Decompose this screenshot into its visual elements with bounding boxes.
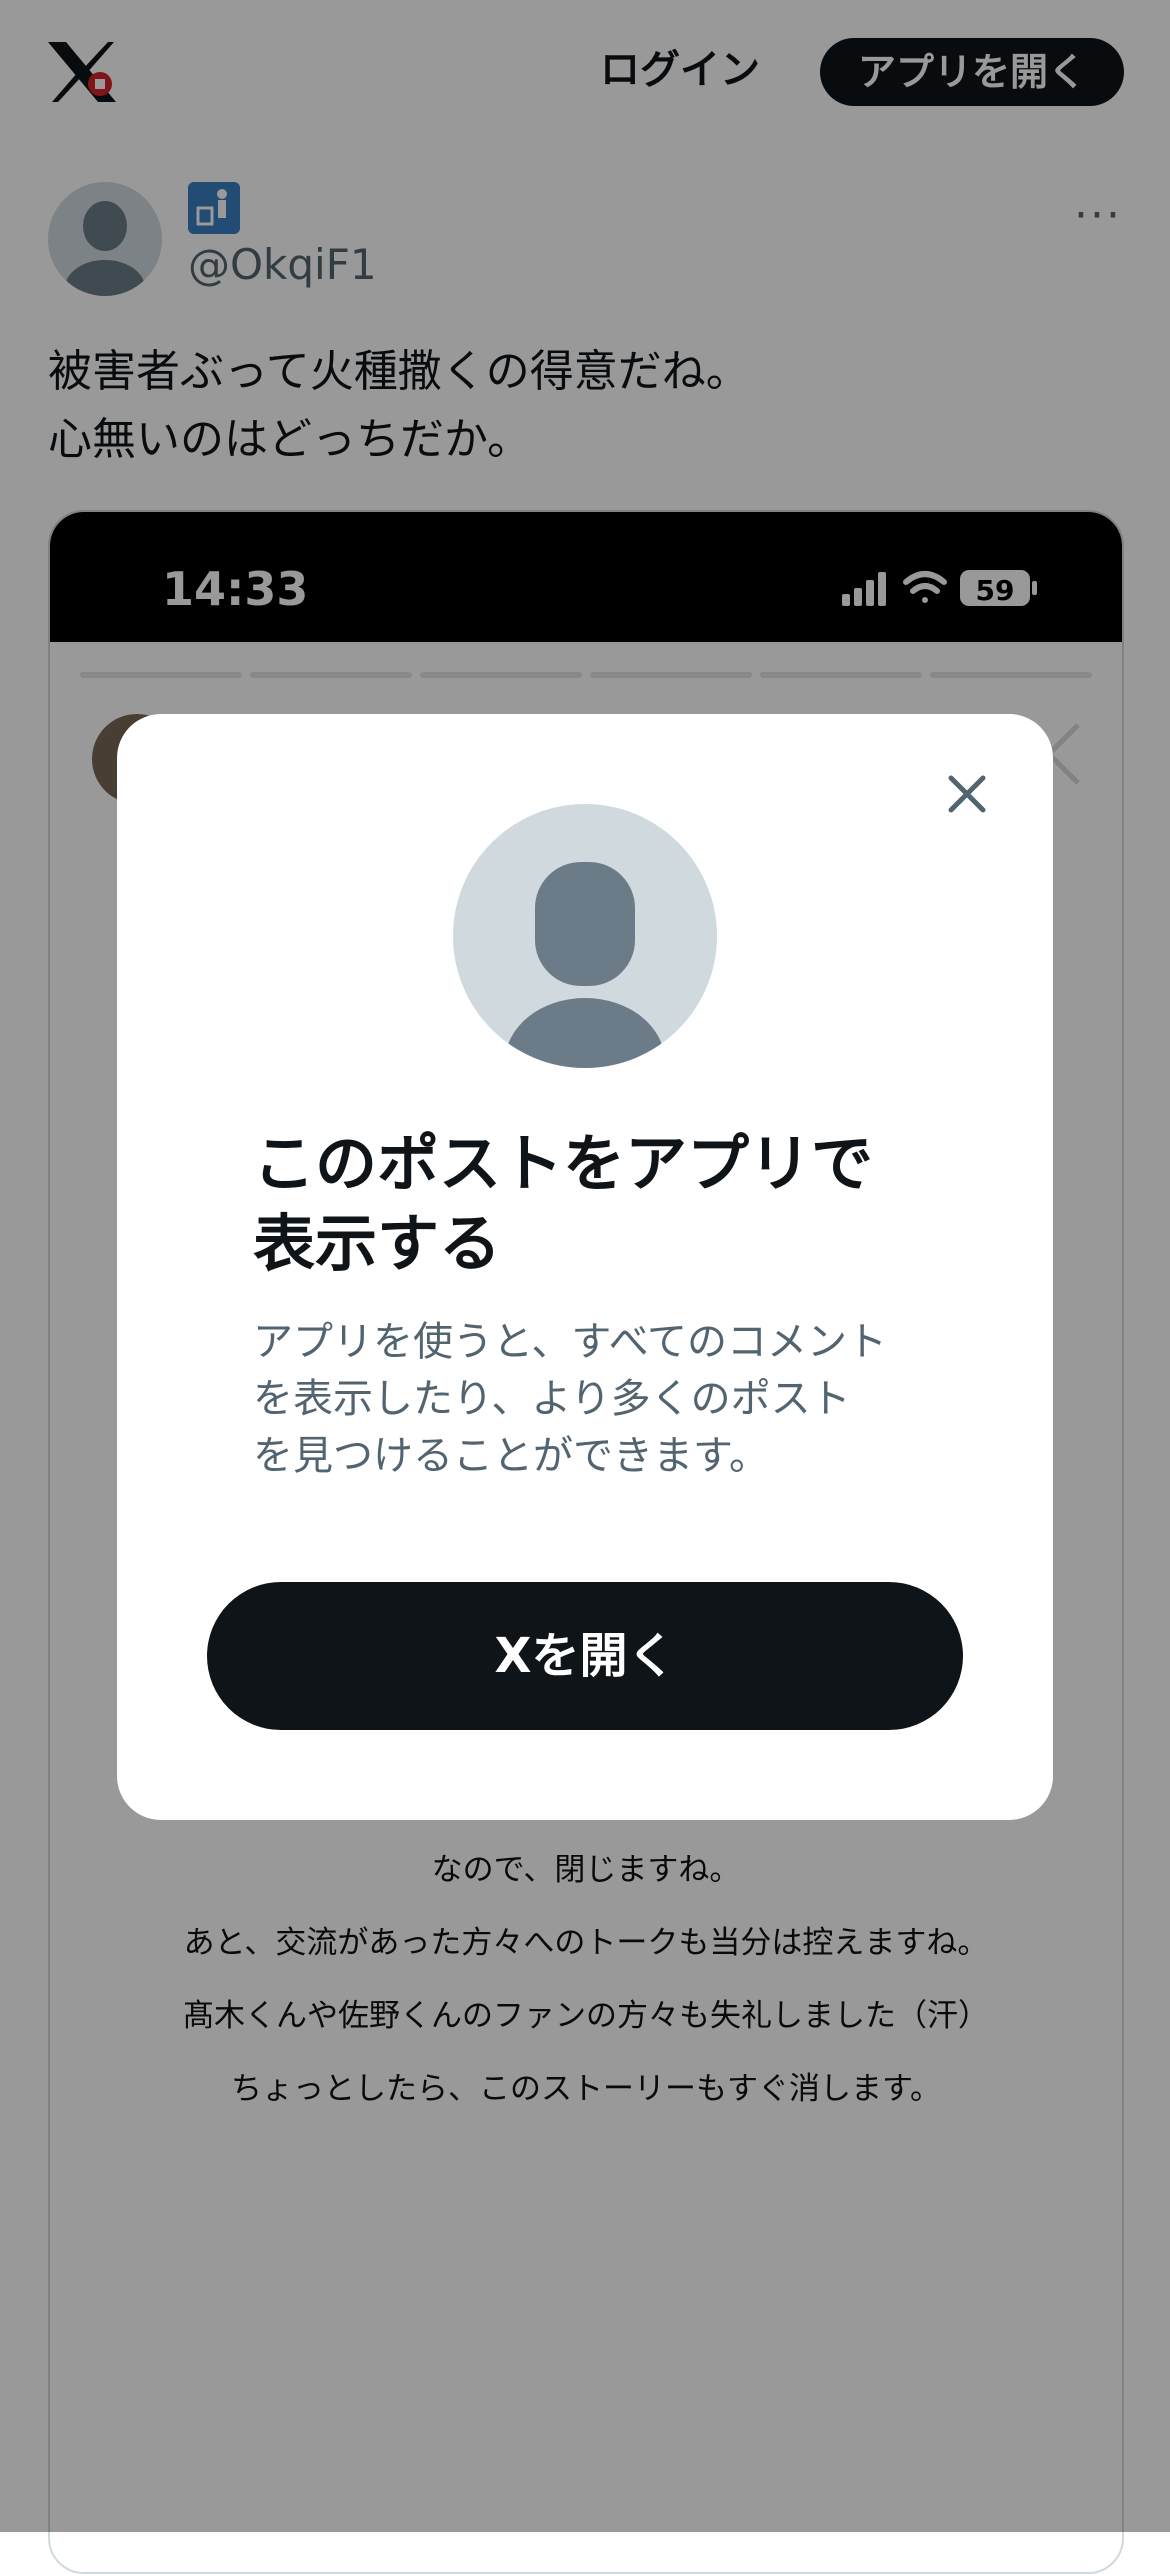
default-avatar-icon — [505, 862, 665, 1068]
dialog-title-line: このポストをアプリで — [253, 1127, 874, 1200]
dialog-title: このポストをアプリで 表示する — [253, 1124, 933, 1284]
dialog-desc-line: を表示したり、より多くのポスト — [253, 1376, 851, 1422]
dialog-description: アプリを使うと、すべてのコメント を表示したり、より多くのポスト を見つけること… — [253, 1314, 933, 1485]
close-icon[interactable] — [937, 764, 997, 824]
open-x-button[interactable]: Xを開く — [207, 1582, 963, 1730]
dialog-desc-line: アプリを使うと、すべてのコメント — [253, 1319, 887, 1365]
open-in-app-dialog: このポストをアプリで 表示する アプリを使うと、すべてのコメント を表示したり、… — [117, 714, 1053, 1820]
dialog-desc-line: を見つけることができます。 — [253, 1433, 769, 1479]
dialog-avatar — [453, 804, 717, 1068]
dialog-title-line: 表示する — [253, 1207, 502, 1280]
